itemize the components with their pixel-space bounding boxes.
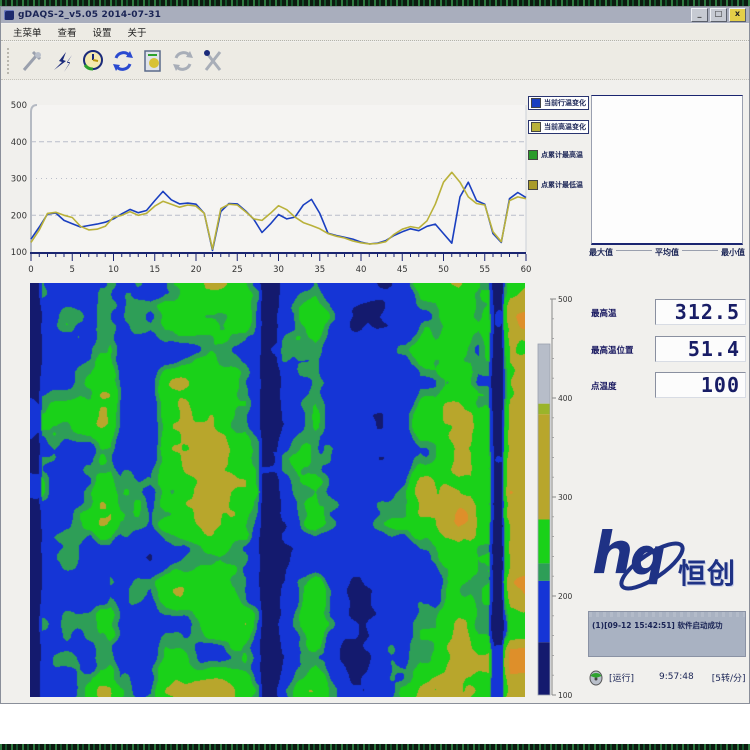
- heatmap-canvas[interactable]: [30, 283, 525, 697]
- legend-swatch: [528, 150, 538, 160]
- app-icon: [4, 10, 14, 20]
- menu-item-2[interactable]: 设置: [85, 23, 120, 41]
- svg-text:300: 300: [11, 175, 27, 185]
- svg-text:60: 60: [521, 265, 532, 275]
- legend-label: 点累计最高温: [541, 150, 583, 160]
- bottom-border-strip: [0, 744, 750, 750]
- maximize-button[interactable]: □: [710, 8, 727, 22]
- stat-divider-line: [616, 250, 652, 251]
- svg-text:10: 10: [108, 265, 119, 275]
- svg-text:200: 200: [11, 211, 27, 221]
- report-icon[interactable]: [139, 47, 166, 74]
- title-bar: gDAQS-2_v5.05 2014-07-31 _ □ x: [1, 7, 749, 23]
- menu-item-3[interactable]: 关于: [120, 23, 155, 41]
- legend-item-2[interactable]: 点累计最高温: [528, 150, 583, 160]
- probe-icon[interactable]: [19, 47, 46, 74]
- stats-box: [591, 95, 743, 245]
- window-controls: _ □ x: [691, 8, 749, 22]
- brand-logo: h q 恒创: [586, 522, 748, 612]
- svg-text:20: 20: [191, 265, 202, 275]
- run-indicator-icon: [589, 668, 604, 686]
- legend-item-3[interactable]: 点累计最低温: [528, 180, 583, 190]
- svg-text:25: 25: [232, 265, 243, 275]
- svg-text:500: 500: [558, 295, 573, 304]
- svg-text:0: 0: [28, 265, 33, 275]
- svg-text:300: 300: [558, 493, 573, 502]
- app-window: gDAQS-2_v5.05 2014-07-31 _ □ x 主菜单查看设置关于: [0, 6, 750, 704]
- refresh-icon[interactable]: [109, 47, 136, 74]
- logo-letter-q: q: [630, 532, 666, 582]
- svg-text:400: 400: [11, 138, 27, 148]
- display-label: 点温度: [591, 380, 617, 392]
- legend-swatch: [528, 180, 538, 190]
- minimize-button[interactable]: _: [691, 8, 708, 22]
- menu-item-0[interactable]: 主菜单: [5, 23, 50, 41]
- log-panel: (1)[09-12 15:42:51] 软件启动成功: [588, 611, 746, 657]
- display-label: 最高温位置: [591, 344, 634, 356]
- clock-icon[interactable]: [79, 47, 106, 74]
- svg-text:100: 100: [558, 691, 573, 700]
- svg-text:40: 40: [356, 265, 367, 275]
- svg-text:15: 15: [149, 265, 160, 275]
- logo-cjk-text: 恒创: [678, 552, 736, 592]
- close-button[interactable]: x: [729, 8, 746, 22]
- sync-icon[interactable]: [169, 47, 196, 74]
- legend-label: 点累计最低温: [541, 180, 583, 190]
- legend-label: 当前行温变化: [544, 98, 586, 108]
- svg-text:35: 35: [314, 265, 325, 275]
- stat-label-0: 最大值: [589, 247, 613, 258]
- legend-item-1[interactable]: 当前高温变化: [528, 120, 589, 134]
- svg-text:45: 45: [397, 265, 408, 275]
- svg-text:500: 500: [11, 101, 27, 111]
- acquire-arrows-icon[interactable]: [49, 47, 76, 74]
- menu-bar: 主菜单查看设置关于: [1, 24, 749, 41]
- svg-text:100: 100: [11, 248, 27, 258]
- stats-labels-row: 最大值 平均值 最小值: [589, 246, 745, 258]
- svg-text:200: 200: [558, 592, 573, 601]
- screenshot-stage: gDAQS-2_v5.05 2014-07-31 _ □ x 主菜单查看设置关于: [0, 0, 750, 750]
- svg-text:5: 5: [70, 265, 75, 275]
- svg-text:50: 50: [438, 265, 449, 275]
- window-title: gDAQS-2_v5.05 2014-07-31: [18, 10, 161, 20]
- svg-text:400: 400: [558, 394, 573, 403]
- status-time: 9:57:48: [659, 672, 694, 682]
- display-value-lcd: 312.5: [655, 299, 746, 325]
- stat-label-2: 最小值: [721, 247, 745, 258]
- display-value-lcd: 100: [655, 372, 746, 398]
- display-row-0: 最高温 312.5: [591, 299, 747, 327]
- display-row-2: 点温度 100: [591, 372, 747, 400]
- legend-item-0[interactable]: 当前行温变化: [528, 96, 589, 110]
- svg-text:55: 55: [479, 265, 490, 275]
- menu-item-1[interactable]: 查看: [50, 23, 85, 41]
- legend-label: 当前高温变化: [544, 122, 586, 132]
- stat-label-1: 平均值: [655, 247, 679, 258]
- legend-swatch: [531, 98, 541, 108]
- display-value-lcd: 51.4: [655, 336, 746, 362]
- toolbar-grip: [7, 48, 12, 74]
- log-message: (1)[09-12 15:42:51] 软件启动成功: [589, 612, 745, 631]
- stat-divider-line: [682, 250, 718, 251]
- status-speed: [5转/分]: [712, 671, 746, 684]
- logo-letter-h: h: [592, 524, 633, 582]
- status-state: [运行]: [609, 671, 634, 684]
- svg-text:30: 30: [273, 265, 284, 275]
- toolbar: [1, 42, 749, 80]
- display-row-1: 最高温位置 51.4: [591, 336, 747, 364]
- status-row: [运行] 9:57:48 [5转/分]: [589, 666, 747, 688]
- tools-icon[interactable]: [199, 47, 226, 74]
- legend-swatch: [531, 122, 541, 132]
- display-label: 最高温: [591, 307, 617, 319]
